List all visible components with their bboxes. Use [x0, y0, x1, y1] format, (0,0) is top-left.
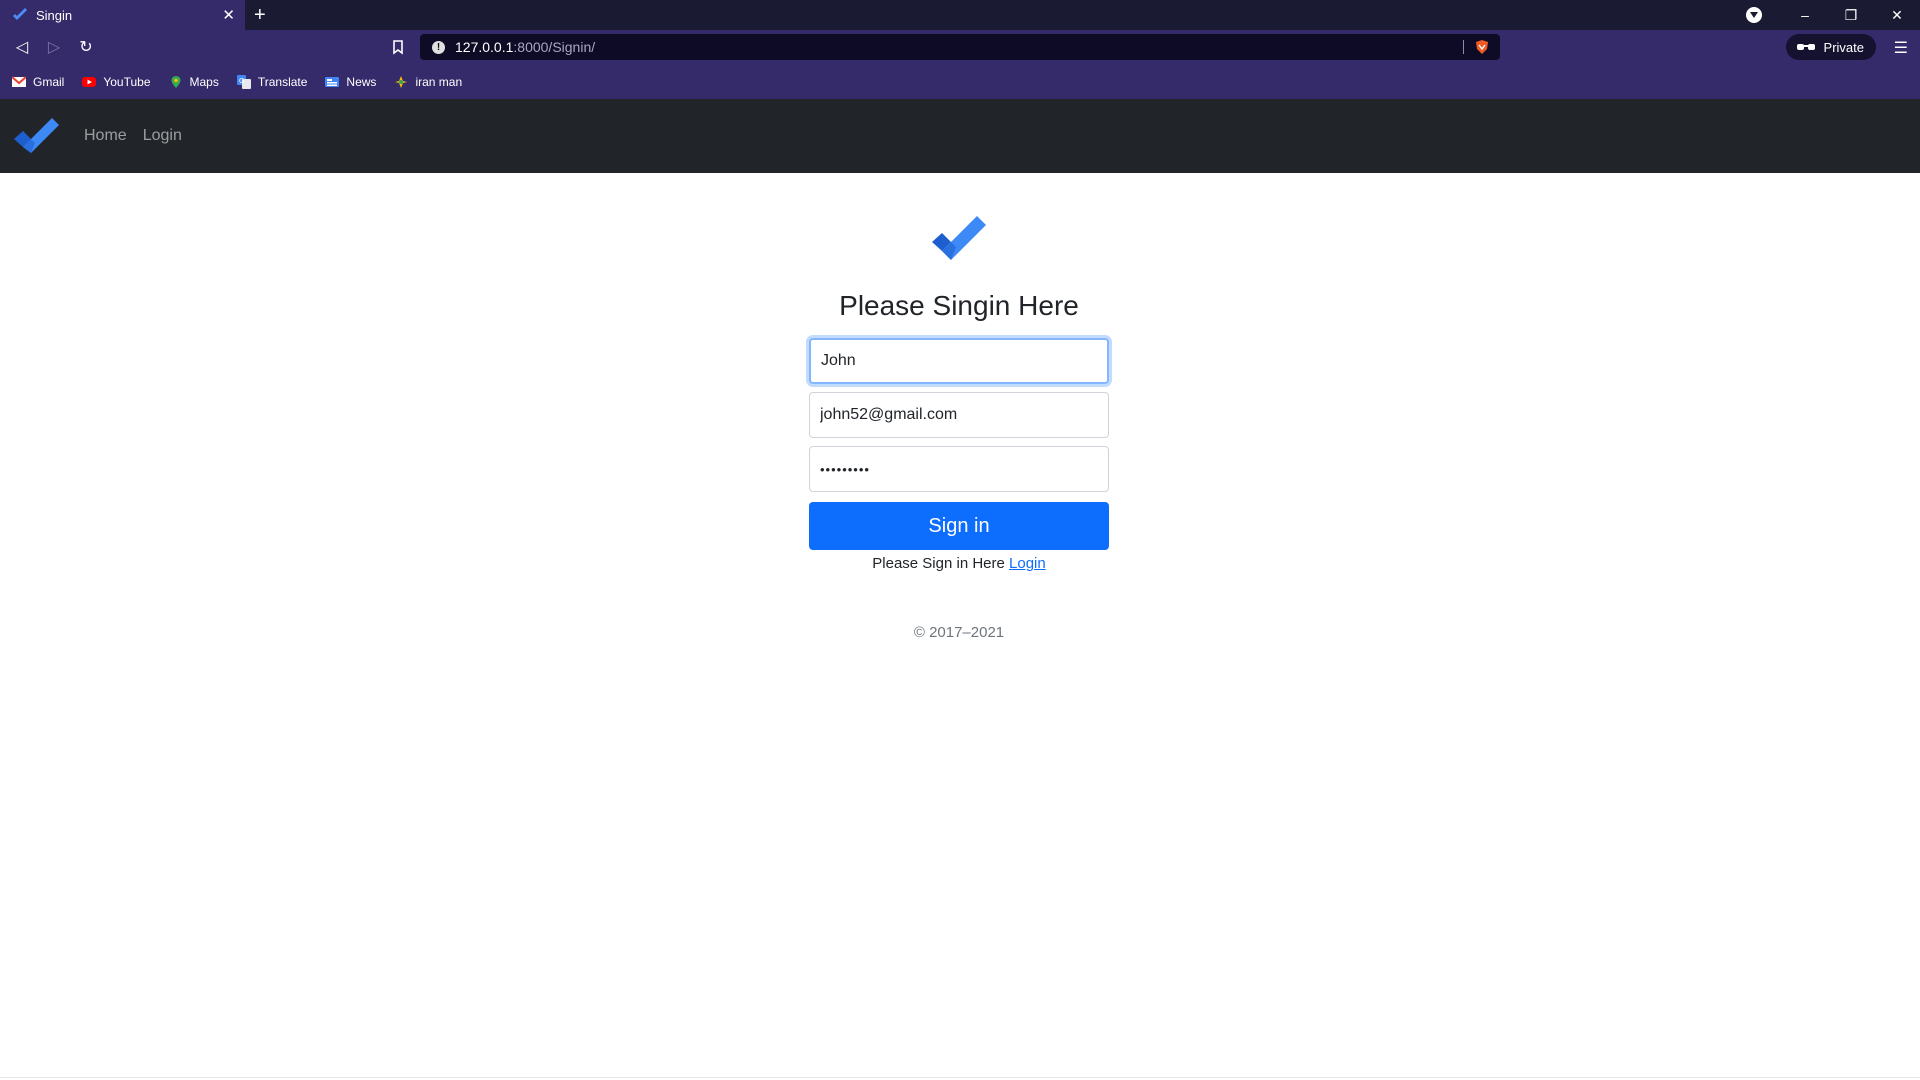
signin-form: Please Singin Here Sign in Please Sign i… — [809, 214, 1109, 641]
menu-icon[interactable]: ☰ — [1894, 38, 1908, 58]
copyright-text: © 2017–2021 — [913, 624, 1005, 641]
site-info-icon[interactable]: ! — [432, 40, 445, 54]
bookmark-label: iran man — [415, 74, 463, 89]
private-label: Private — [1823, 39, 1864, 55]
browser-tab[interactable]: Singin ✕ — [0, 0, 245, 30]
bookmark-label: Maps — [189, 74, 219, 89]
bookmark-gmail[interactable]: Gmail — [12, 75, 64, 89]
bookmark-label: News — [346, 74, 377, 89]
downloads-icon[interactable] — [1746, 7, 1762, 23]
bookmark-favicon-icon — [395, 75, 408, 88]
bookmark-news[interactable]: News — [325, 75, 376, 89]
check-logo-icon — [13, 8, 27, 20]
gmail-icon — [12, 75, 26, 87]
login-link[interactable]: Login — [1009, 555, 1046, 572]
form-heading: Please Singin Here — [839, 290, 1079, 321]
url-path: :8000/Signin/ — [513, 39, 596, 55]
svg-text:G: G — [239, 78, 244, 85]
back-button[interactable]: ◁ — [6, 37, 38, 57]
new-tab-button[interactable]: + — [254, 3, 266, 27]
reload-button[interactable]: ↻ — [70, 37, 102, 57]
bookmark-label: YouTube — [103, 74, 151, 89]
minimize-button[interactable]: – — [1782, 7, 1828, 23]
address-bar[interactable]: ! 127.0.0.1 :8000/Signin/ — [420, 34, 1500, 60]
bookmarks-bar: Gmail YouTube Maps G Translate News iran… — [0, 64, 1920, 99]
bookmark-youtube[interactable]: YouTube — [82, 74, 151, 89]
helper-text: Please Sign in Here — [872, 555, 1005, 572]
url-host: 127.0.0.1 — [455, 39, 514, 55]
bottom-divider — [0, 1077, 1920, 1078]
bookmark-label: Translate — [257, 74, 308, 89]
form-logo-icon — [932, 216, 986, 260]
url-divider — [1463, 40, 1464, 54]
maps-icon — [171, 75, 180, 88]
tab-title: Singin — [36, 7, 73, 23]
brave-shield-icon[interactable] — [1474, 39, 1490, 55]
private-glasses-icon — [1796, 44, 1815, 50]
browser-toolbar: ◁ ▷ ↻ ! 127.0.0.1 :8000/Signin/ Private … — [0, 30, 1920, 64]
nav-link-login[interactable]: Login — [143, 127, 182, 145]
nav-link-home[interactable]: Home — [84, 127, 127, 145]
translate-icon: G — [236, 74, 251, 89]
tab-close-icon[interactable]: ✕ — [222, 6, 235, 24]
bookmark-maps[interactable]: Maps — [169, 75, 219, 89]
forward-button[interactable]: ▷ — [38, 37, 70, 57]
youtube-icon — [82, 76, 97, 87]
restore-button[interactable]: ❐ — [1828, 7, 1874, 24]
helper-text-row: Please Sign in Here Login — [809, 555, 1109, 572]
password-input[interactable] — [809, 446, 1109, 492]
private-window-badge[interactable]: Private — [1785, 34, 1876, 60]
brand-logo-icon[interactable] — [12, 116, 60, 156]
window-controls: – ❐ ✕ — [1746, 0, 1920, 30]
email-input[interactable] — [809, 392, 1109, 438]
bookmark-label: Gmail — [33, 74, 65, 89]
browser-tab-bar: Singin ✕ + – ❐ ✕ — [0, 0, 1920, 30]
username-input[interactable] — [809, 338, 1109, 384]
bookmark-translate[interactable]: G Translate — [236, 74, 308, 89]
site-navbar: Home Login — [0, 99, 1920, 173]
bookmark-icon[interactable] — [389, 38, 407, 56]
sign-in-button[interactable]: Sign in — [809, 502, 1109, 550]
news-icon — [325, 76, 340, 87]
close-window-button[interactable]: ✕ — [1874, 7, 1920, 24]
bookmark-iran-man[interactable]: iran man — [394, 75, 462, 89]
